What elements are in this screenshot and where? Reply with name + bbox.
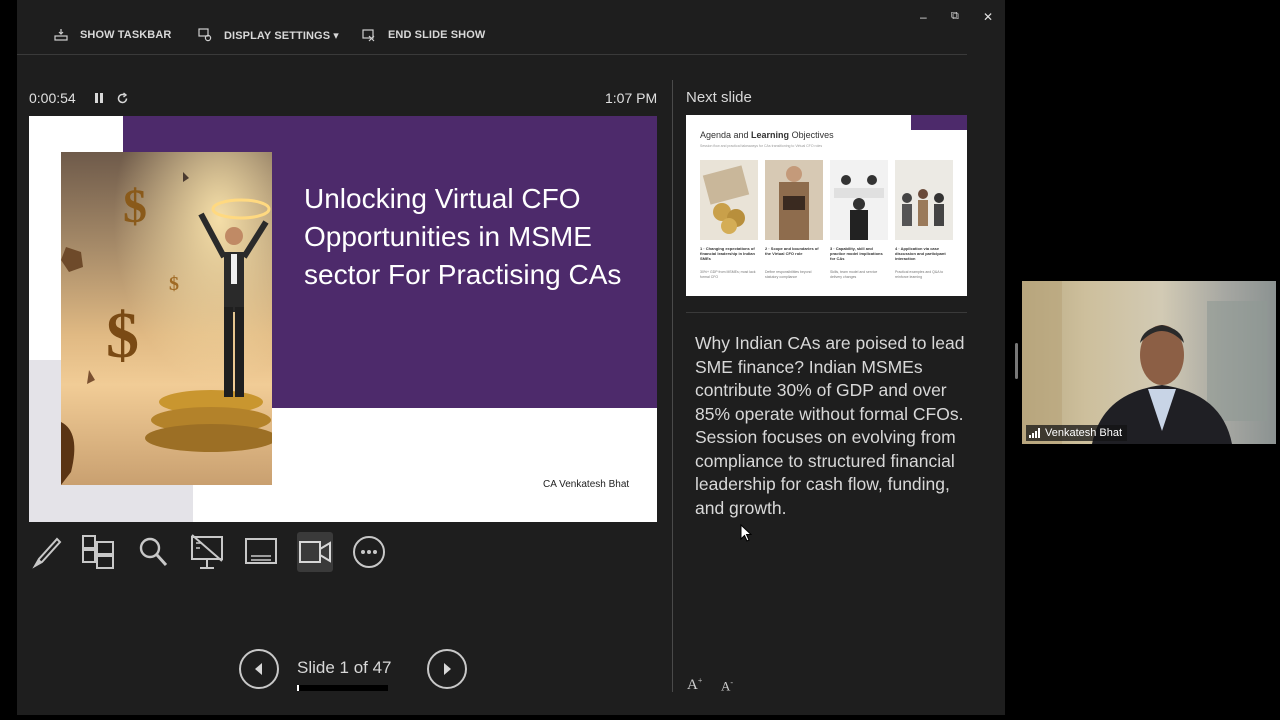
next-slide-title: Agenda and Learning Objectives xyxy=(700,130,834,140)
pane-divider[interactable] xyxy=(672,80,673,692)
restore-button[interactable]: ⧉ xyxy=(951,10,959,23)
slide-title: Unlocking Virtual CFO Opportunities in M… xyxy=(304,183,622,290)
current-slide: $ $ $ Unlocking Virtual CFO Opportunitie… xyxy=(29,116,657,522)
restart-timer-button[interactable] xyxy=(116,91,129,105)
participant-name: Venkatesh Bhat xyxy=(1045,427,1123,439)
show-taskbar-label: SHOW TASKBAR xyxy=(80,29,172,41)
next-slide-button[interactable] xyxy=(427,649,467,689)
next-slide-preview[interactable]: Agenda and Learning Objectives Session f… xyxy=(686,115,967,296)
more-options-icon xyxy=(353,536,385,568)
presenter-view: SHOW TASKBAR DISPLAY SETTINGS ▾ END SLID… xyxy=(17,0,1005,715)
slide-progress-fill xyxy=(297,685,299,691)
next-title-suffix: Objectives xyxy=(789,130,834,140)
magnifier-icon xyxy=(139,537,168,567)
agenda-item-heading: 3 · Capability, skill and practice model… xyxy=(830,246,883,261)
speaker-notes[interactable]: Why Indian CAs are poised to lead SME fi… xyxy=(695,332,965,520)
increase-font-button[interactable]: A+ xyxy=(687,676,702,694)
end-slide-show-button[interactable]: END SLIDE SHOW xyxy=(362,28,485,42)
elapsed-time: 0:00:54 xyxy=(29,90,76,106)
next-slide-accent xyxy=(911,115,967,130)
dollar-symbol: $ xyxy=(106,299,139,372)
end-slide-show-label: END SLIDE SHOW xyxy=(388,29,486,41)
camera-toggle-button[interactable] xyxy=(297,532,333,572)
next-title-bold: Learning xyxy=(751,130,790,140)
zoom-slide-button[interactable] xyxy=(135,532,171,572)
show-taskbar-button[interactable]: SHOW TASKBAR xyxy=(54,28,171,42)
taskbar-icon xyxy=(54,29,68,41)
previous-slide-button[interactable] xyxy=(239,649,279,689)
agenda-item-text: Define responsibilities beyond statutory… xyxy=(765,270,812,279)
decrease-font-icon: A xyxy=(721,678,731,694)
signal-strength-icon xyxy=(1029,428,1041,438)
more-options-button[interactable] xyxy=(351,532,387,572)
display-settings-label: DISPLAY SETTINGS ▾ xyxy=(224,29,339,42)
display-settings-button[interactable]: DISPLAY SETTINGS ▾ xyxy=(198,28,339,42)
pause-icon xyxy=(94,93,103,103)
close-button[interactable]: ✕ xyxy=(983,10,993,24)
agenda-image-1 xyxy=(700,160,758,240)
decrease-font-button[interactable]: A- xyxy=(721,678,733,694)
next-arrow-icon xyxy=(444,663,451,675)
subtitles-button[interactable] xyxy=(243,532,279,572)
see-all-slides-button[interactable] xyxy=(80,532,116,572)
dollar-symbol: $ xyxy=(169,273,179,295)
agenda-item-heading: 2 · Scope and boundaries of the Virtual … xyxy=(765,246,819,256)
current-time: 1:07 PM xyxy=(605,90,658,106)
mouse-cursor-icon xyxy=(740,524,752,542)
agenda-item-text: Practical examples and Q&A to reinforce … xyxy=(895,270,944,279)
minimize-button[interactable]: – xyxy=(920,10,927,24)
agenda-image-4 xyxy=(895,160,953,240)
pointer-options-button[interactable] xyxy=(189,532,225,572)
slides-grid-icon xyxy=(82,535,114,569)
pen-icon xyxy=(32,537,62,569)
agenda-item-text: 30%+ GDP from MSMEs; most lack formal CF… xyxy=(700,270,756,279)
end-show-icon xyxy=(362,29,375,42)
agenda-item-heading: 4 · Application via case discussion and … xyxy=(895,246,946,261)
agenda-image-2 xyxy=(765,160,823,240)
participant-video-frame xyxy=(1022,281,1267,444)
top-toolbar: SHOW TASKBAR DISPLAY SETTINGS ▾ END SLID… xyxy=(17,20,967,55)
notes-separator xyxy=(686,312,967,313)
next-slide-subtitle: Session flow and practical takeaways for… xyxy=(700,144,823,148)
subtitles-icon xyxy=(245,538,277,564)
pen-tool-button[interactable] xyxy=(29,532,65,572)
participant-name-tag: Venkatesh Bhat xyxy=(1026,425,1128,441)
previous-arrow-icon xyxy=(255,663,262,675)
agenda-image-3 xyxy=(830,160,888,240)
restart-icon xyxy=(117,91,127,103)
slide-progress-bar xyxy=(297,685,388,691)
display-settings-icon xyxy=(198,28,212,42)
participant-video[interactable]: Venkatesh Bhat xyxy=(1022,281,1276,444)
agenda-item-text: Skills, team model and service delivery … xyxy=(830,270,878,279)
next-slide-label: Next slide xyxy=(686,89,752,106)
camera-icon xyxy=(299,541,331,563)
slide-hero-image: $ $ $ xyxy=(61,152,272,485)
laser-pointer-icon xyxy=(191,534,223,569)
dollar-symbol: $ xyxy=(123,180,147,233)
timer: 0:00:54 xyxy=(29,90,129,106)
agenda-item-heading: 1 · Changing expectations of financial l… xyxy=(700,246,755,261)
slide-counter: Slide 1 of 47 xyxy=(297,658,392,677)
pause-timer-button[interactable] xyxy=(94,92,104,104)
slide-author: CA Venkatesh Bhat xyxy=(543,479,630,490)
video-resize-handle[interactable] xyxy=(1015,343,1018,379)
next-title-prefix: Agenda and xyxy=(700,130,752,140)
increase-font-icon: A xyxy=(687,677,698,693)
